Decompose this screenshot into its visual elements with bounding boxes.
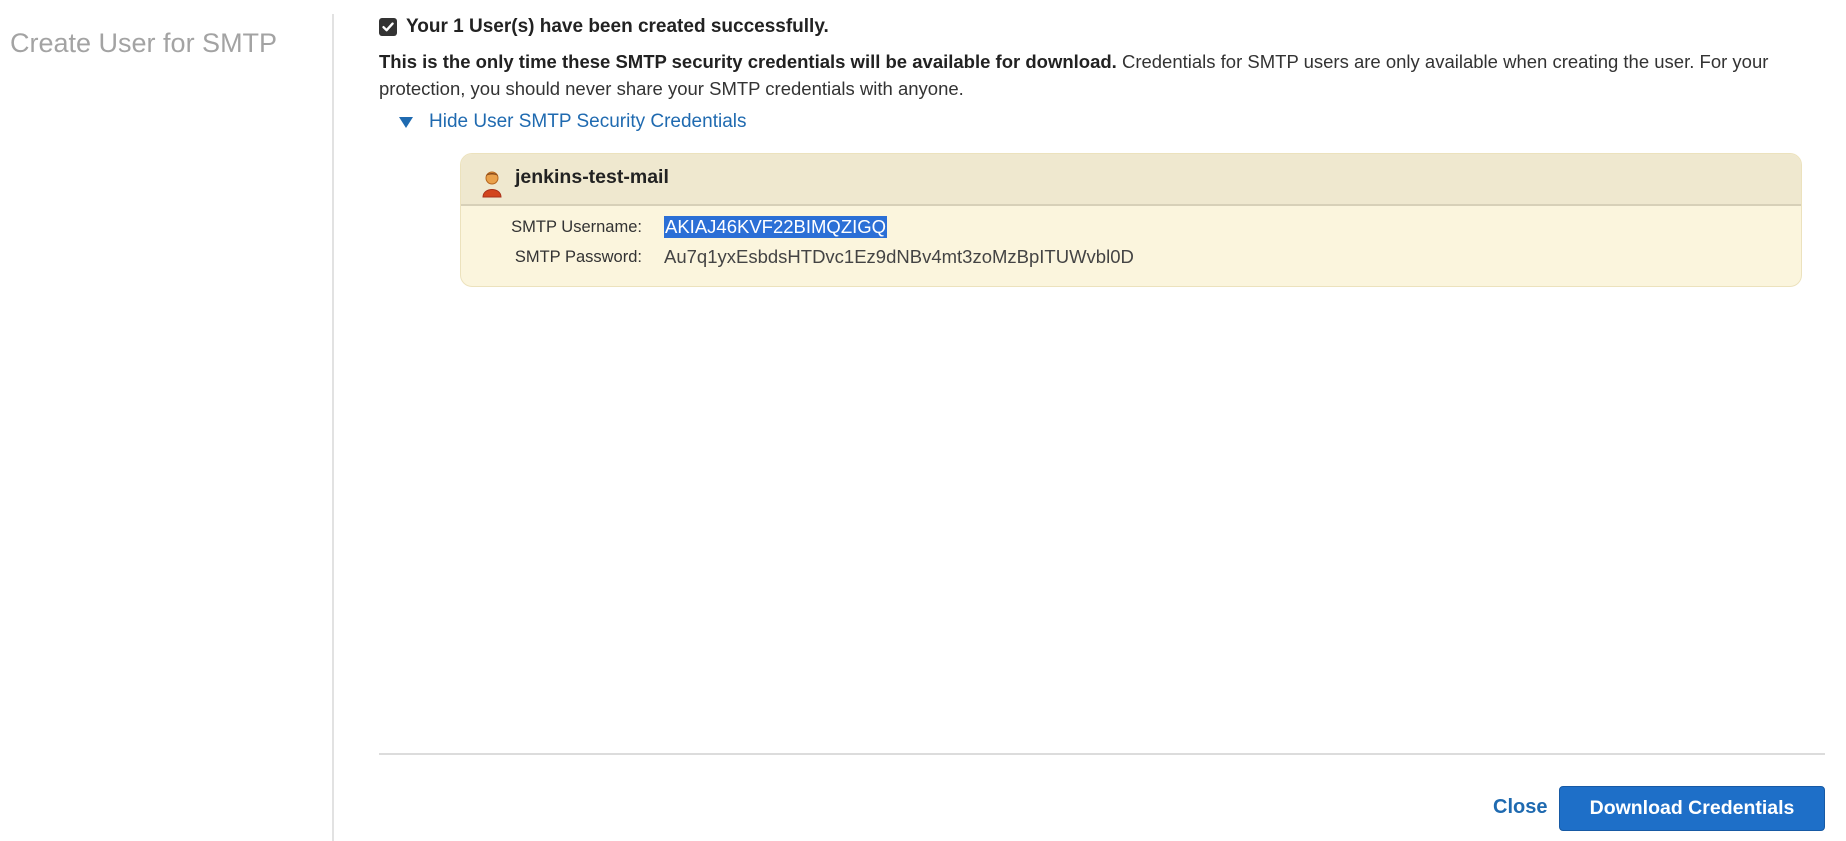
credentials-header: jenkins-test-mail — [461, 154, 1801, 206]
credentials-box: jenkins-test-mail SMTP Username: AKIAJ46… — [460, 153, 1802, 287]
success-text: Your 1 User(s) have been created success… — [406, 16, 829, 37]
credential-user-name: jenkins-test-mail — [515, 165, 669, 188]
caret-down-icon — [399, 116, 413, 128]
smtp-username-label: SMTP Username: — [511, 217, 642, 236]
info-bold-text: This is the only time these SMTP securit… — [379, 51, 1117, 72]
success-message: Your 1 User(s) have been created success… — [379, 14, 1824, 40]
toggle-label: Hide User SMTP Security Credentials — [429, 111, 747, 132]
checkbox-checked-icon — [379, 18, 397, 36]
page-title: Create User for SMTP — [10, 28, 278, 58]
smtp-password-row: SMTP Password: Au7q1yxEsbdsHTDvc1Ez9dNBv… — [461, 242, 1801, 272]
create-smtp-user-page: Create User for SMTP Your 1 User(s) have… — [0, 0, 1846, 841]
smtp-password-value[interactable]: Au7q1yxEsbdsHTDvc1Ez9dNBv4mt3zoMzBpITUWv… — [664, 246, 1134, 268]
footer-divider — [379, 753, 1825, 755]
smtp-password-label: SMTP Password: — [514, 247, 642, 266]
close-link[interactable]: Close — [1493, 796, 1547, 819]
smtp-username-row: SMTP Username: AKIAJ46KVF22BIMQZIGQ — [461, 212, 1801, 242]
info-text: This is the only time these SMTP securit… — [379, 48, 1824, 102]
smtp-username-value[interactable]: AKIAJ46KVF22BIMQZIGQ — [664, 216, 888, 238]
download-credentials-button[interactable]: Download Credentials — [1559, 786, 1825, 831]
hide-credentials-toggle[interactable]: Hide User SMTP Security Credentials — [399, 107, 1824, 137]
vertical-divider — [332, 14, 334, 841]
user-icon — [482, 171, 502, 198]
main-content: Your 1 User(s) have been created success… — [379, 14, 1824, 137]
